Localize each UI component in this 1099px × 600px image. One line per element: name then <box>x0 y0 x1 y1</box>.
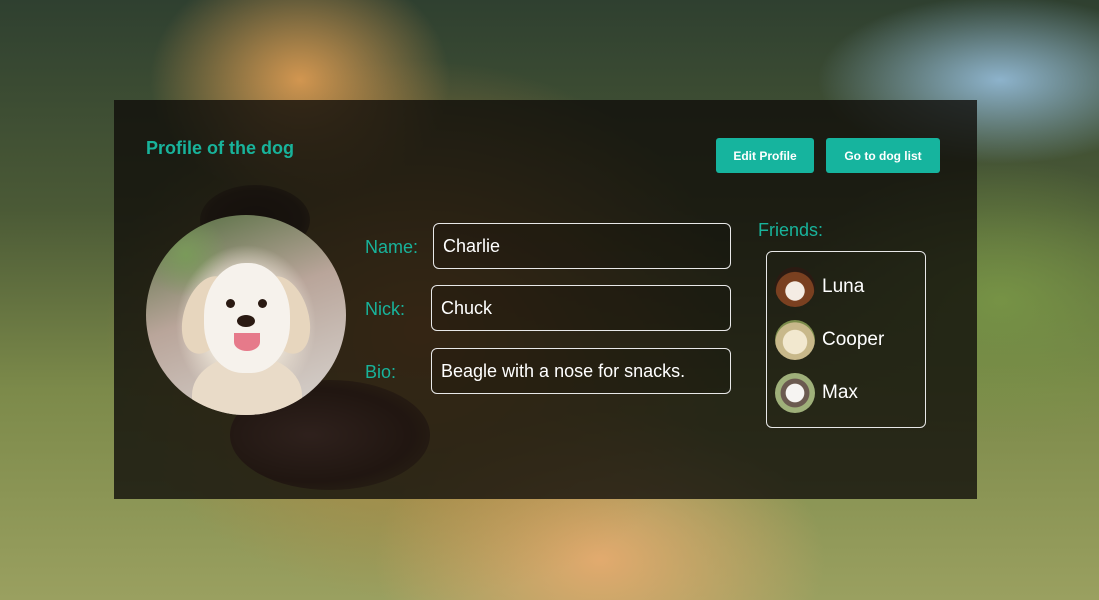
nick-field[interactable]: Chuck <box>431 285 731 331</box>
profile-panel: Profile of the dog Edit Profile Go to do… <box>114 100 977 499</box>
friends-list: Luna Cooper Max <box>766 251 926 428</box>
friend-name: Luna <box>822 276 865 297</box>
friend-item-max[interactable]: Max <box>775 373 858 413</box>
friend-item-luna[interactable]: Luna <box>775 267 864 307</box>
nick-label: Nick: <box>365 299 405 319</box>
name-label: Name: <box>365 237 419 257</box>
dog-avatar <box>146 215 346 415</box>
name-field[interactable]: Charlie <box>433 223 731 269</box>
friend-avatar <box>775 267 815 307</box>
friend-name: Max <box>822 382 858 403</box>
bio-field[interactable]: Beagle with a nose for snacks. <box>431 348 731 394</box>
page-title: Profile of the dog <box>146 138 294 158</box>
friend-avatar <box>775 320 815 360</box>
friend-item-cooper[interactable]: Cooper <box>775 320 884 360</box>
bio-label: Bio: <box>365 362 397 382</box>
friends-label: Friends: <box>758 220 824 240</box>
friend-avatar <box>775 373 815 413</box>
friend-name: Cooper <box>822 329 885 350</box>
edit-profile-button[interactable]: Edit Profile <box>716 138 814 173</box>
dog-list-button[interactable]: Go to dog list <box>826 138 940 173</box>
